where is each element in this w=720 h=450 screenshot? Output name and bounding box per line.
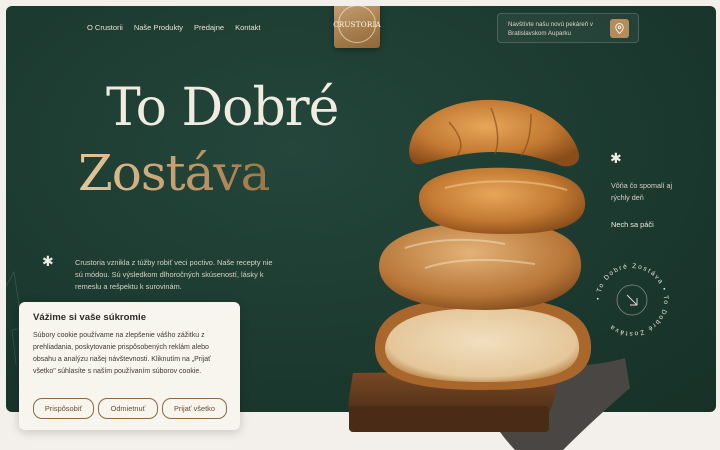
- logo-emblem: CRUSTORIA: [333, 6, 381, 43]
- cookie-consent-dialog: Vážime si vaše súkromie Súbory cookie po…: [19, 302, 240, 430]
- main-nav: O Crustorii Naše Produkty Predajne Konta…: [87, 23, 261, 32]
- accept-all-button[interactable]: Prijať všetko: [162, 398, 227, 419]
- nav-link-stores[interactable]: Predajne: [194, 23, 224, 32]
- cookie-title: Vážime si vaše súkromie: [33, 312, 147, 323]
- hero-title: To Dobré: [106, 78, 339, 138]
- nav-link-about[interactable]: O Crustorii: [87, 23, 123, 32]
- nav-link-products[interactable]: Naše Produkty: [134, 23, 183, 32]
- hero-lead-text: Crustoria vznikla z túžby robiť veci poc…: [75, 258, 273, 291]
- hero-subtitle: Zostáva: [78, 144, 270, 202]
- store-notice[interactable]: Navštívte našu novú pekáreň v Bratislavs…: [497, 13, 639, 43]
- brand-logo[interactable]: CRUSTORIA: [333, 6, 381, 48]
- customize-button[interactable]: Prispôsobiť: [33, 398, 94, 419]
- bread-illustration: [348, 99, 630, 450]
- cookie-body: Súbory cookie používame na zlepšenie váš…: [33, 332, 211, 375]
- reject-button[interactable]: Odmietnuť: [98, 398, 158, 419]
- logo-text: CRUSTORIA: [333, 19, 381, 29]
- store-notice-text: Navštívte našu novú pekáreň v Bratislavs…: [508, 21, 593, 37]
- asterisk-icon: ✱: [42, 253, 54, 269]
- nav-link-contact[interactable]: Kontakt: [235, 23, 260, 32]
- location-pin-icon[interactable]: [610, 19, 629, 38]
